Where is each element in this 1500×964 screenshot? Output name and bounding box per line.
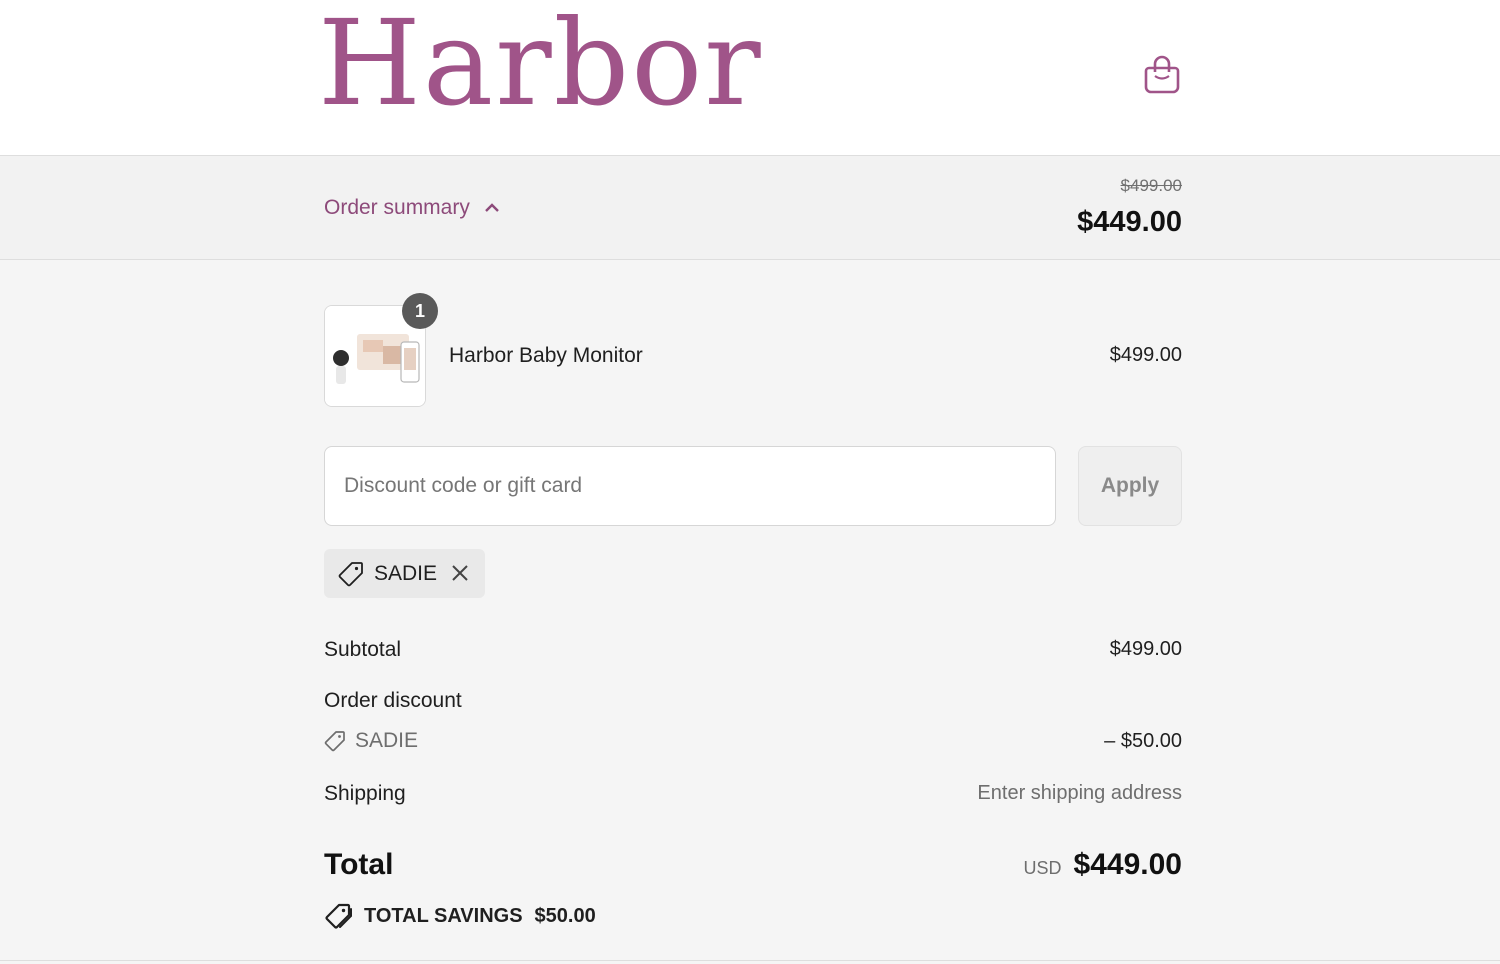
line-item: 1 Harbor Baby Monitor $499.00 [324,293,1182,407]
order-summary-label: Order summary [324,196,470,219]
total-savings-value: $50.00 [534,904,596,927]
shopping-bag-icon[interactable] [1143,54,1181,94]
original-price: $499.00 [1120,176,1182,195]
applied-code-label: SADIE [374,561,438,585]
subtotal-value: $499.00 [1109,638,1182,660]
discount-code-input[interactable] [324,446,1056,526]
tag-icon [338,561,363,586]
brand-logo[interactable]: Harbor [318,4,763,122]
total-savings-label: TOTAL SAVINGS [364,904,523,927]
order-discount-value: – $50.00 [1104,730,1182,752]
order-summary-toggle[interactable]: Order summary [324,196,500,220]
divider [0,960,1500,961]
total-savings: TOTAL SAVINGS $50.00 [324,902,596,930]
summary-price: $449.00 [1077,206,1182,238]
tags-icon [325,903,352,929]
order-discount-code-label: SADIE [355,729,419,752]
applied-code-chip: SADIE [324,549,485,598]
apply-button[interactable]: Apply [1078,446,1182,526]
quantity-badge: 1 [402,293,438,329]
order-discount-label: Order discount [324,689,462,712]
subtotal-label: Subtotal [324,638,402,661]
total-value: USD $449.00 [1024,848,1182,882]
site-header: Harbor [0,0,1500,156]
product-price: $499.00 [1109,344,1182,366]
order-summary-bar: Order summary $499.00 $449.00 [0,156,1500,260]
tag-icon [324,731,345,752]
total-amount: $449.00 [1073,848,1182,881]
close-icon[interactable] [449,562,471,584]
total-label: Total [324,848,394,881]
product-name: Harbor Baby Monitor [449,344,643,367]
chevron-up-icon [485,203,499,212]
order-discount-code: SADIE [324,729,418,753]
currency-code: USD [1023,858,1062,878]
shipping-value: Enter shipping address [977,782,1182,804]
shipping-label: Shipping [324,782,406,805]
